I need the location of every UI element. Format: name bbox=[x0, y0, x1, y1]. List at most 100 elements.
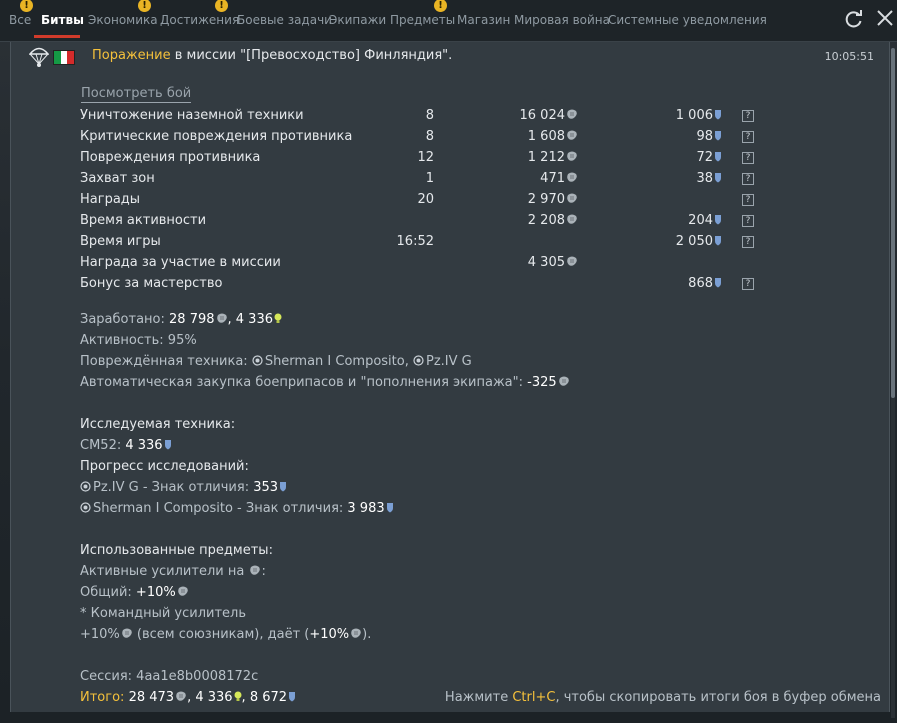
parachute-icon bbox=[29, 47, 49, 67]
target-icon bbox=[80, 481, 91, 492]
stat-count: 16:52 bbox=[396, 234, 434, 249]
stat-row: Повреждения противника 12 1 212 72? bbox=[11, 148, 889, 168]
silver-lions-icon bbox=[566, 193, 578, 204]
help-icon[interactable]: ? bbox=[742, 152, 754, 164]
stat-silver-lions: 2 208 bbox=[528, 213, 578, 228]
stat-research-points: 868 bbox=[688, 276, 722, 291]
stat-silver-lions: 471 bbox=[540, 171, 578, 186]
warning-icon: ! bbox=[138, 0, 151, 12]
convertible-rp-bulb-icon bbox=[274, 313, 282, 324]
scrollbar-thumb[interactable] bbox=[891, 48, 895, 398]
tab-shop[interactable]: Магазин bbox=[457, 13, 510, 27]
stat-research-points: 72 bbox=[696, 150, 722, 165]
message-text: в миссии "[Превосходство] Финляндия". bbox=[170, 48, 453, 63]
stat-count: 20 bbox=[417, 192, 434, 207]
timestamp: 10:05:51 bbox=[824, 50, 874, 63]
tab-battles[interactable]: Битвы bbox=[41, 13, 84, 27]
active-tab-indicator bbox=[34, 35, 80, 38]
stat-label: Захват зон bbox=[80, 171, 155, 186]
stat-label: Повреждения противника bbox=[80, 150, 261, 165]
silver-lions-icon bbox=[566, 130, 578, 141]
tab-all[interactable]: Все bbox=[9, 13, 31, 27]
help-icon[interactable]: ? bbox=[742, 110, 754, 122]
tab-achievements[interactable]: Достижения bbox=[160, 13, 239, 27]
stat-research-points: 204 bbox=[688, 213, 722, 228]
research-points-icon bbox=[386, 502, 394, 513]
research-progress-line: Pz.IV G - Знак отличия: 353 bbox=[80, 480, 287, 495]
stat-row: Захват зон 1 471 38? bbox=[11, 169, 889, 189]
activity-line: Активность: 95% bbox=[80, 333, 197, 348]
stat-row: Критические повреждения противника 8 1 608… bbox=[11, 127, 889, 147]
stat-silver-lions: 1 608 bbox=[528, 129, 578, 144]
research-points-icon bbox=[714, 109, 722, 120]
italy-flag-icon bbox=[53, 50, 75, 65]
command-booster-detail: +10% (всем союзникам), даёт (+10%). bbox=[80, 627, 372, 642]
silver-lions-icon bbox=[566, 256, 578, 267]
silver-lions-icon bbox=[177, 586, 189, 597]
command-booster-line: * Командный усилитель bbox=[80, 606, 247, 621]
target-icon bbox=[413, 355, 424, 366]
stat-label: Бонус за мастерство bbox=[80, 276, 223, 291]
warning-icon: ! bbox=[215, 0, 228, 12]
silver-lions-icon bbox=[175, 691, 187, 702]
stat-silver-lions: 1 212 bbox=[528, 150, 578, 165]
research-points-icon bbox=[288, 691, 296, 702]
stat-label: Критические повреждения противника bbox=[80, 129, 353, 144]
refresh-icon[interactable] bbox=[843, 9, 865, 31]
total-line: Итого: 28 473, 4 336, 8 672 bbox=[80, 690, 296, 705]
stat-row: Бонус за мастерство 868? bbox=[11, 274, 889, 294]
target-icon bbox=[252, 355, 263, 366]
flag-stripe bbox=[60, 51, 68, 64]
general-booster-line: Общий: +10% bbox=[80, 585, 189, 600]
silver-lions-icon bbox=[566, 109, 578, 120]
message-header: Поражение в миссии "[Превосходство] Финл… bbox=[11, 42, 889, 72]
stat-row: Награда за участие в миссии 4 305 bbox=[11, 253, 889, 273]
help-icon[interactable]: ? bbox=[742, 131, 754, 143]
help-icon[interactable]: ? bbox=[742, 215, 754, 227]
research-points-icon bbox=[714, 214, 722, 225]
tab-system-notifications[interactable]: Системные уведомления bbox=[608, 13, 767, 27]
stat-silver-lions: 16 024 bbox=[520, 108, 579, 123]
stat-label: Награда за участие в миссии bbox=[80, 255, 281, 270]
earned-line: Заработано: 28 798, 4 336 bbox=[80, 312, 282, 327]
help-icon[interactable]: ? bbox=[742, 278, 754, 290]
stat-label: Время активности bbox=[80, 213, 207, 228]
view-battle-link[interactable]: Посмотреть бой bbox=[81, 86, 192, 103]
stat-research-points: 1 006 bbox=[676, 108, 722, 123]
research-vehicle-line: CM52: 4 336 bbox=[80, 438, 172, 453]
help-icon[interactable]: ? bbox=[742, 236, 754, 248]
silver-lions-icon bbox=[121, 628, 133, 639]
stat-count: 12 bbox=[417, 150, 434, 165]
help-icon[interactable]: ? bbox=[742, 173, 754, 185]
research-points-icon bbox=[714, 235, 722, 246]
scrollbar[interactable] bbox=[891, 48, 895, 718]
session-line: Сессия: 4aa1e8b0008172c bbox=[80, 669, 259, 684]
close-icon[interactable] bbox=[874, 9, 896, 31]
tab-economy[interactable]: Экономика bbox=[88, 13, 158, 27]
tab-world-war[interactable]: Мировая война bbox=[514, 13, 610, 27]
damaged-vehicles-line: Повреждённая техника: Sherman I Composit… bbox=[80, 354, 472, 369]
warning-icon: ! bbox=[434, 0, 447, 12]
help-icon[interactable]: ? bbox=[742, 194, 754, 206]
research-progress-title: Прогресс исследований: bbox=[80, 459, 249, 474]
research-points-icon bbox=[714, 172, 722, 183]
copy-hint: Нажмите Ctrl+C, чтобы скопировать итоги … bbox=[444, 690, 881, 705]
stat-count: 1 bbox=[425, 171, 434, 186]
items-title: Использованные предметы: bbox=[80, 543, 273, 558]
tab-items[interactable]: Предметы bbox=[390, 13, 455, 27]
research-points-icon bbox=[714, 151, 722, 162]
tab-bar: Все ! Битвы Экономика ! Достижения ! Бое… bbox=[0, 0, 897, 42]
stat-count: 8 bbox=[425, 108, 434, 123]
tab-crews[interactable]: Экипажи bbox=[329, 13, 386, 27]
silver-lions-icon bbox=[558, 376, 570, 387]
stat-label: Уничтожение наземной техники bbox=[80, 108, 304, 123]
tab-battle-tasks[interactable]: Боевые задачи bbox=[237, 13, 332, 27]
stat-silver-lions: 2 970 bbox=[528, 192, 578, 207]
target-icon bbox=[80, 502, 91, 513]
stat-count: 8 bbox=[425, 129, 434, 144]
stat-row: Время игры 16:52 2 050? bbox=[11, 232, 889, 252]
convertible-rp-bulb-icon bbox=[234, 691, 242, 702]
result-label: Поражение bbox=[92, 48, 171, 63]
stat-row: Награды 20 2 970? bbox=[11, 190, 889, 210]
research-points-icon bbox=[714, 130, 722, 141]
